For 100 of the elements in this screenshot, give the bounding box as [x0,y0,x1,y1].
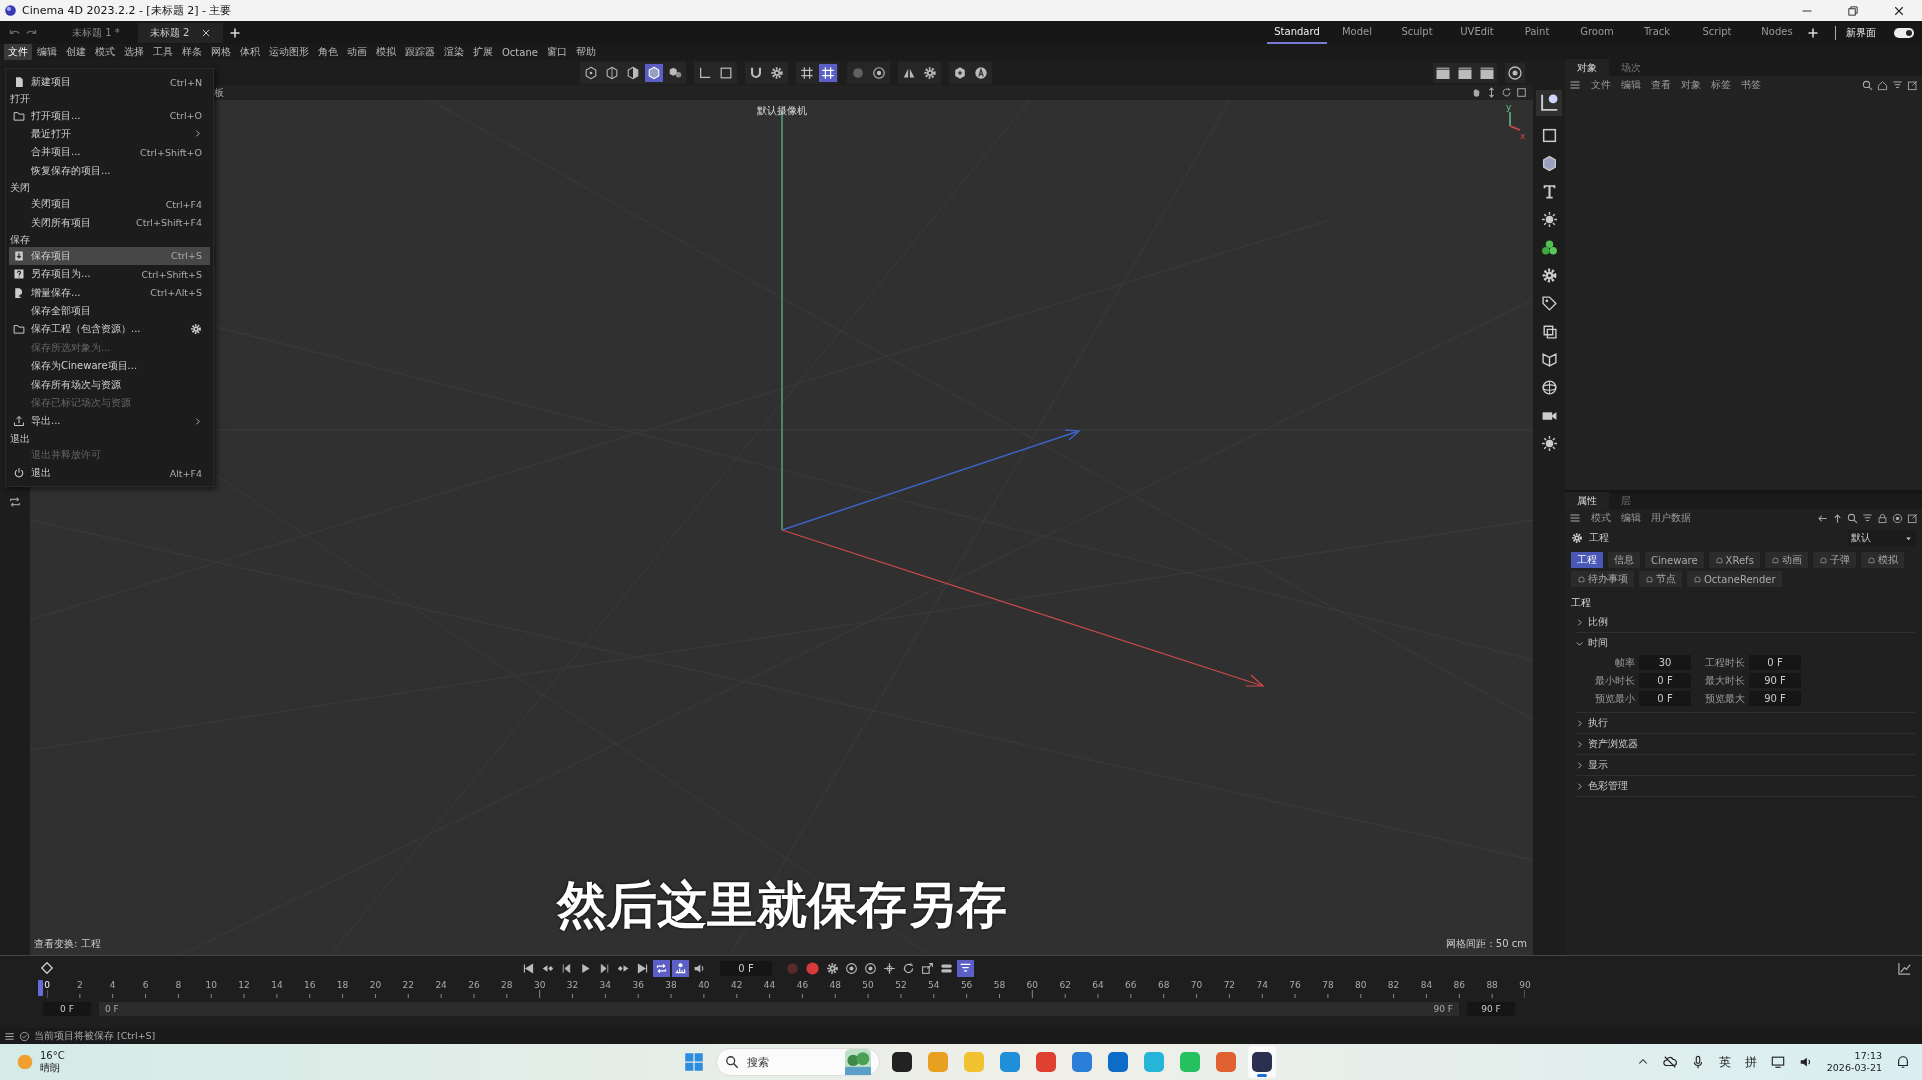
group-header[interactable]: 色彩管理 [1575,776,1916,796]
light-icon[interactable] [1540,435,1558,452]
group-header[interactable]: 时间 [1575,633,1916,653]
dot-cube-icon[interactable] [584,65,598,80]
arrows-icon[interactable] [1486,87,1497,98]
number-field[interactable]: 0 F [1639,673,1691,688]
menu-item[interactable]: 渲染 [440,44,468,60]
number-field[interactable]: 90 F [1749,673,1801,688]
menu-icon[interactable] [1569,79,1581,91]
side-cube-icon[interactable] [626,65,640,80]
page-tab[interactable]: 待办事项 [1571,571,1634,587]
menu-item[interactable]: 网格 [207,44,235,60]
rotate-icon[interactable] [1501,87,1512,98]
close-icon[interactable] [201,27,212,38]
group-header[interactable]: 执行 [1575,713,1916,733]
page-tab[interactable]: Cineware [1645,552,1704,568]
search-bar[interactable]: 搜索 [716,1048,880,1076]
menu-item[interactable]: 标签 [1711,78,1731,92]
group-header[interactable]: 显示 [1575,755,1916,775]
layout-tab[interactable]: Paint [1507,21,1567,44]
grid-icon[interactable] [800,65,814,80]
speaker-icon[interactable] [1798,1055,1813,1069]
loop-icon[interactable] [655,961,668,975]
menu-item[interactable]: 模拟 [372,44,400,60]
menu-item[interactable]: 工具 [149,44,177,60]
filter-icon[interactable] [1892,79,1903,91]
layout-tab[interactable]: Track [1627,21,1687,44]
number-field[interactable]: 30 [1639,655,1691,670]
menu-item[interactable]: 选择 [120,44,148,60]
input-mode-indicator[interactable]: 英 [1718,1053,1731,1071]
rotate-icon[interactable] [902,961,915,975]
axis-corner-icon[interactable] [698,65,712,80]
page-tab[interactable]: OctaneRender [1687,571,1782,587]
preset-dropdown[interactable]: 默认 [1848,530,1916,546]
deformer-icon[interactable] [1540,351,1558,368]
toggle-icon[interactable] [940,961,953,975]
panel-tab[interactable]: 场次 [1609,59,1653,77]
layout-tab[interactable]: Sculpt [1387,21,1447,44]
plus-icon[interactable] [229,26,242,39]
diamond-icon[interactable] [40,961,54,975]
cubes-icon[interactable] [668,65,682,80]
range-end-field[interactable]: 90 F [1467,1002,1515,1016]
tag-icon[interactable] [1540,295,1558,312]
group-header[interactable]: 比例 [1575,612,1916,632]
panel-tab[interactable]: 属性 [1565,492,1609,510]
page-tab[interactable]: 信息 [1608,552,1640,568]
step-back-icon[interactable] [560,961,573,975]
menu-item[interactable]: 帮助 [571,44,600,60]
menu-item[interactable]: 模式 [91,44,119,60]
page-tab[interactable]: 工程 [1571,552,1603,568]
target-icon[interactable] [1507,64,1523,81]
menu-item[interactable]: 保存项目 Ctrl+S [9,246,210,266]
menu-item[interactable]: 用户数据 [1651,511,1691,525]
layout-tab[interactable]: Model [1327,21,1387,44]
target-icon[interactable] [872,65,886,80]
toggle-switch[interactable] [1894,27,1914,38]
menu-item[interactable]: 跟踪器 [401,44,439,60]
monitor-icon[interactable] [1770,1055,1785,1069]
expand-icon[interactable] [1907,512,1918,524]
menu-item[interactable]: 文件 [1591,78,1611,92]
menu-item[interactable]: 模式 [1591,511,1611,525]
gear-icon[interactable] [923,65,937,80]
scale-icon[interactable] [921,961,934,975]
target-icon[interactable] [864,961,877,975]
lock-icon[interactable] [1877,512,1888,524]
menu-item[interactable]: 编辑 [1621,511,1641,525]
group-header[interactable]: 资产浏览器 [1575,734,1916,754]
panel-tab[interactable]: 对象 [1565,59,1609,77]
menu-item[interactable]: 样条 [178,44,206,60]
plus-icon[interactable] [1807,26,1819,39]
cube-icon[interactable] [1540,155,1558,172]
axis-corner-icon[interactable] [1538,92,1560,114]
menu-item[interactable]: 书签 [1741,78,1761,92]
magnet-icon[interactable] [749,65,763,80]
record-icon[interactable] [805,960,820,976]
home-icon[interactable] [1877,79,1888,91]
skip-end-icon[interactable] [636,961,649,975]
expand-icon[interactable] [1907,79,1918,91]
range-start-field[interactable]: 0 F [43,1002,91,1016]
layout-tab[interactable]: Script [1687,21,1747,44]
filter-icon[interactable] [959,961,972,975]
menu-item[interactable]: 体积 [236,44,264,60]
gear-icon[interactable] [770,65,784,80]
hexagon-icon[interactable] [953,65,967,80]
filter-icon[interactable] [1862,512,1873,524]
menu-item[interactable]: 创建 [62,44,90,60]
skip-start-icon[interactable] [522,961,535,975]
menu-item[interactable]: 动画 [343,44,371,60]
page-tab[interactable]: 子弹 [1812,552,1856,568]
layout-tab[interactable]: Nodes [1747,21,1807,44]
app-icon[interactable] [1248,1046,1276,1078]
page-tab[interactable]: XRefs [1708,552,1760,568]
gear-icon[interactable] [190,323,202,336]
play-icon[interactable] [579,961,592,975]
layout-tab[interactable]: Groom [1567,21,1627,44]
loop-icon[interactable] [8,495,22,509]
search-icon[interactable] [1847,512,1858,524]
page-tab[interactable]: 动画 [1764,552,1808,568]
menu-item[interactable]: 文件 [4,44,32,60]
menu-item[interactable]: 对象 [1681,78,1701,92]
